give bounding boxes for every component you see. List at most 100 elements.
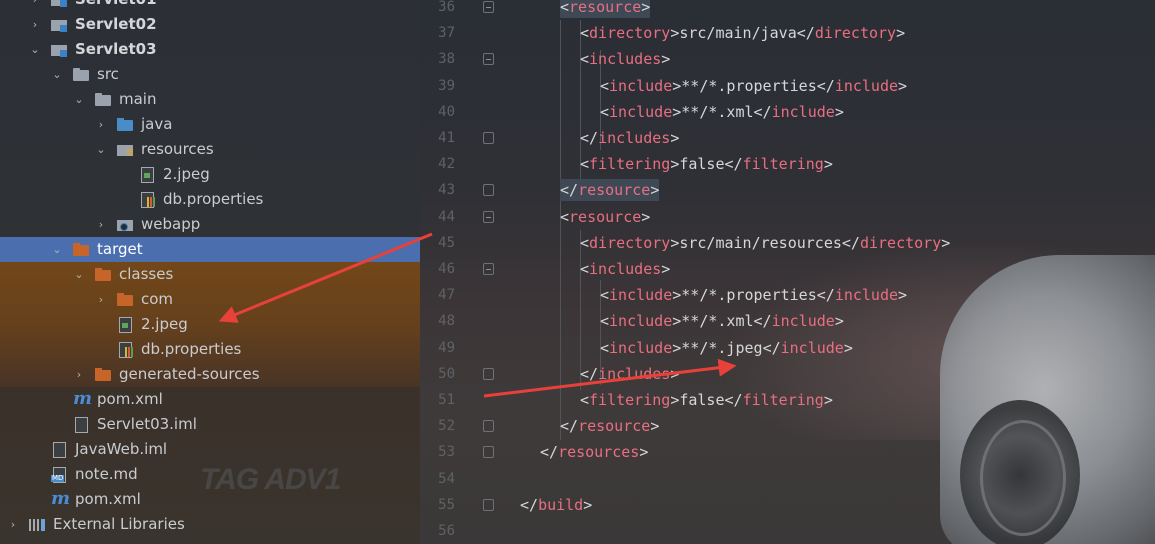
xml-bracket: < (600, 286, 610, 305)
chevron-right-icon[interactable]: › (95, 287, 107, 312)
xml-bracket: </ (560, 181, 579, 200)
tree-item-db-properties[interactable]: db.properties (0, 187, 420, 212)
chevron-right-icon[interactable]: › (29, 0, 41, 12)
code-line[interactable]: </includes> (580, 125, 679, 151)
code-line[interactable]: <resource> (560, 204, 650, 230)
chevron-down-icon[interactable]: ⌄ (73, 87, 85, 112)
fold-end-icon[interactable] (483, 498, 494, 511)
xml-tag-name: directory (589, 24, 671, 43)
chevron-right-icon[interactable]: › (73, 362, 85, 387)
fold-end-icon[interactable] (483, 446, 494, 459)
xml-bracket: < (600, 338, 610, 357)
code-line[interactable]: <include>**/*.xml</include> (600, 308, 844, 334)
xml-bracket: </ (753, 312, 772, 331)
chevron-down-icon[interactable]: ⌄ (73, 262, 85, 287)
tree-item-pom-xml[interactable]: m pom.xml (0, 387, 420, 412)
tree-item-classes[interactable]: ⌄ classes (0, 262, 420, 287)
code-line[interactable]: <filtering>false</filtering> (580, 151, 833, 177)
xml-tag-name: include (771, 312, 835, 331)
xml-bracket: </ (560, 417, 579, 436)
tree-item-com[interactable]: › com (0, 287, 420, 312)
code-line[interactable]: <filtering>false</filtering> (580, 387, 833, 413)
xml-tag-name: include (780, 338, 844, 357)
xml-bracket: </ (762, 338, 781, 357)
chevron-right-icon[interactable]: › (7, 512, 19, 537)
xml-bracket: < (600, 102, 610, 121)
code-line[interactable]: <include>**/*.xml</include> (600, 99, 844, 125)
module-folder-icon (51, 42, 67, 57)
xml-bracket: > (670, 364, 680, 383)
code-line[interactable]: <resource> (560, 0, 651, 20)
line-number: 49 (438, 339, 455, 356)
tree-item-label: Servlet03.iml (97, 415, 197, 433)
xml-tag-name: include (834, 286, 899, 305)
xml-bracket: </ (816, 76, 835, 95)
chevron-down-icon[interactable]: ⌄ (51, 237, 63, 262)
chevron-down-icon[interactable]: ⌄ (51, 62, 63, 87)
fold-end-icon[interactable] (483, 367, 494, 380)
tree-item-servlet02[interactable]: › Servlet02 (0, 12, 420, 37)
tree-item-label: pom.xml (97, 390, 163, 408)
xml-bracket: > (834, 102, 844, 121)
tree-item-label: note.md (75, 465, 138, 483)
code-line[interactable]: </resources> (540, 439, 648, 465)
chevron-down-icon[interactable]: ⌄ (29, 37, 41, 62)
code-line[interactable]: <directory>src/main/java</directory> (580, 20, 905, 46)
tree-item-2-jpeg[interactable]: 2.jpeg (0, 162, 420, 187)
tree-item-label: main (119, 90, 157, 108)
code-line[interactable]: </resource> (560, 413, 659, 439)
code-line[interactable]: <includes> (580, 46, 670, 72)
tree-item-target[interactable]: ⌄ target (0, 237, 420, 262)
tree-item-servlet03-iml[interactable]: Servlet03.iml (0, 412, 420, 437)
maven-icon: m (51, 488, 71, 509)
tree-item-2-jpeg[interactable]: 2.jpeg (0, 312, 420, 337)
xml-tag-name: filtering (589, 155, 671, 174)
xml-bracket: </ (580, 364, 599, 383)
xml-bracket: < (580, 233, 590, 252)
fold-collapse-icon[interactable] (483, 263, 494, 275)
tree-item-servlet03[interactable]: ⌄ Servlet03 (0, 37, 420, 62)
fold-collapse-icon[interactable] (483, 1, 494, 13)
code-line[interactable]: <include>**/*.jpeg</include> (600, 335, 853, 361)
tree-item-pom-xml[interactable]: m pom.xml (0, 487, 420, 512)
xml-tag-name: resource (569, 0, 642, 16)
fold-collapse-icon[interactable] (483, 210, 494, 223)
chevron-right-icon[interactable]: › (95, 112, 107, 137)
fold-end-icon[interactable] (483, 132, 494, 144)
tree-item-label: Servlet02 (75, 15, 157, 33)
line-number: 41 (438, 130, 455, 146)
tree-item-java[interactable]: › java (0, 112, 420, 137)
code-line[interactable]: <includes> (580, 256, 670, 282)
tree-item-resources[interactable]: ⌄ resources (0, 137, 420, 162)
code-line[interactable]: </resource> (560, 177, 660, 203)
chevron-right-icon[interactable]: › (29, 12, 41, 37)
tree-item-generated-sources[interactable]: › generated-sources (0, 362, 420, 387)
xml-bracket: < (580, 391, 590, 409)
code-line[interactable]: <directory>src/main/resources</directory… (580, 230, 950, 256)
code-line[interactable]: <include>**/*.properties</include> (600, 282, 907, 308)
properties-file-icon (117, 342, 133, 358)
tree-item-label: target (97, 240, 143, 258)
tree-item-src[interactable]: ⌄ src (0, 62, 420, 87)
tree-item-note-md[interactable]: note.md (0, 462, 420, 487)
tree-item-javaweb-iml[interactable]: JavaWeb.iml (0, 437, 420, 462)
tree-item-servlet01[interactable]: › Servlet01 (0, 0, 420, 12)
xml-bracket: > (650, 417, 660, 436)
fold-collapse-icon[interactable] (483, 53, 494, 66)
fold-end-icon[interactable] (483, 184, 494, 197)
tree-item-db-properties[interactable]: db.properties (0, 337, 420, 362)
chevron-down-icon[interactable]: ⌄ (95, 137, 107, 162)
fold-end-icon[interactable] (483, 420, 494, 433)
xml-tag-name: include (609, 76, 673, 95)
xml-text: src/main/resources (679, 233, 842, 252)
code-line[interactable]: </includes> (580, 361, 679, 387)
chevron-right-icon[interactable]: › (95, 212, 107, 237)
line-number: 46 (438, 261, 455, 277)
line-number: 52 (438, 418, 455, 435)
code-line[interactable]: <include>**/*.properties</include> (600, 73, 907, 99)
code-line[interactable]: </build> (520, 492, 592, 518)
line-number: 47 (438, 287, 455, 304)
tree-item-main[interactable]: ⌄ main (0, 87, 420, 112)
tree-item-webapp[interactable]: › webapp (0, 212, 420, 237)
tree-item-external-libraries[interactable]: › External Libraries (0, 512, 420, 537)
